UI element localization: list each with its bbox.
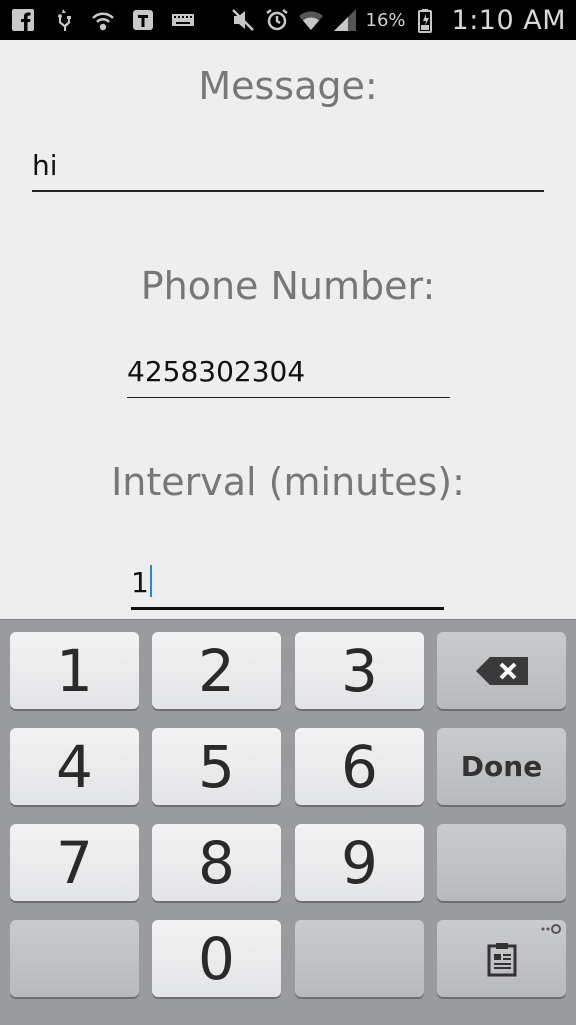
blank-key-left[interactable] (10, 920, 139, 997)
battery-icon (414, 7, 440, 33)
key-2[interactable]: 2 (152, 632, 281, 709)
interval-input-value: 1 (131, 566, 149, 599)
key-3[interactable]: 3 (295, 632, 424, 709)
phone-number-input[interactable]: 4258302304 (127, 350, 450, 398)
clock: 1:10 AM (451, 4, 566, 36)
interval-input[interactable]: 1 (131, 562, 444, 610)
keyboard-icon (170, 7, 196, 33)
message-input-value: hi (32, 149, 58, 182)
message-label: Message: (198, 64, 378, 108)
message-input[interactable]: hi (32, 144, 544, 192)
battery-percent: 16% (365, 9, 406, 31)
key-1[interactable]: 1 (10, 632, 139, 709)
message-input-underline (32, 190, 544, 192)
key-9[interactable]: 9 (295, 824, 424, 901)
backspace-key[interactable] (437, 632, 566, 709)
key-0[interactable]: 0 (152, 920, 281, 997)
text-cursor (149, 565, 152, 597)
interval-input-value-wrap: 1 (131, 565, 152, 600)
clipboard-icon (484, 941, 520, 977)
phone-number-input-value: 4258302304 (127, 355, 306, 388)
blank-key-right[interactable] (437, 824, 566, 901)
wifi-hotspot-icon (90, 7, 116, 33)
facebook-icon (10, 7, 36, 33)
phone-number-label: Phone Number: (140, 264, 436, 308)
key-4[interactable]: 4 (10, 728, 139, 805)
phone-number-input-underline (127, 397, 450, 398)
status-bar-right: 16% 1:10 AM (230, 0, 567, 40)
backspace-icon (474, 655, 530, 687)
interval-input-underline (131, 607, 444, 610)
mute-icon (230, 7, 256, 33)
wifi-icon (298, 7, 324, 33)
tmobile-icon (130, 7, 156, 33)
done-key[interactable]: Done (437, 728, 566, 805)
interval-label: Interval (minutes): (111, 460, 465, 504)
key-7[interactable]: 7 (10, 824, 139, 901)
key-5[interactable]: 5 (152, 728, 281, 805)
status-bar: 16% 1:10 AM (0, 0, 576, 40)
blank-key-middle[interactable] (295, 920, 424, 997)
signal-icon (332, 7, 358, 33)
key-6[interactable]: 6 (295, 728, 424, 805)
numeric-keyboard: 1 2 3 4 5 6 Done 7 8 9 0 (0, 619, 576, 1025)
settings-gear-icon (540, 922, 562, 936)
alarm-icon (264, 7, 290, 33)
key-8[interactable]: 8 (152, 824, 281, 901)
usb-icon (50, 7, 76, 33)
clipboard-key[interactable] (437, 920, 566, 997)
status-bar-left (10, 0, 196, 40)
